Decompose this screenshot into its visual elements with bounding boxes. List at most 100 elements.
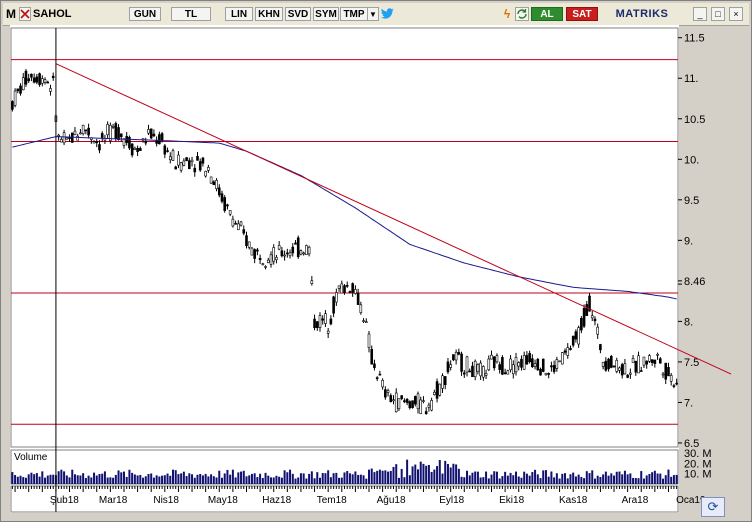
- candle-body: [354, 289, 357, 294]
- volume-bar: [539, 478, 542, 484]
- candle-body: [544, 372, 548, 376]
- volume-bar: [468, 475, 471, 484]
- price-tick-label: 7.: [684, 397, 693, 409]
- volume-bar: [604, 471, 607, 484]
- candle-body: [302, 252, 305, 255]
- volume-bar: [457, 468, 460, 484]
- candle-body: [46, 81, 50, 84]
- volume-bar: [133, 474, 136, 484]
- volume-bar: [446, 463, 449, 484]
- candle-body: [305, 245, 308, 255]
- volume-bar: [368, 469, 371, 484]
- volume-bar: [419, 461, 422, 484]
- candle-body: [220, 193, 224, 202]
- candle-body: [667, 367, 670, 377]
- candle-body: [19, 85, 22, 94]
- volume-bar: [125, 476, 128, 484]
- candle-body: [136, 147, 139, 153]
- volume-bar: [392, 466, 395, 484]
- candle-body: [661, 373, 665, 376]
- volume-bar: [613, 475, 616, 484]
- volume-bar: [547, 476, 550, 484]
- candle-body: [190, 159, 194, 163]
- candle-body: [204, 170, 207, 177]
- candle-body: [266, 259, 270, 264]
- volume-bar: [583, 478, 586, 484]
- candle-body: [574, 331, 578, 340]
- candle-body: [498, 364, 501, 370]
- volume-bar: [436, 466, 439, 484]
- volume-title: Volume: [14, 452, 48, 463]
- candle-body: [604, 360, 608, 371]
- volume-bar: [648, 473, 651, 484]
- candle-body: [552, 365, 556, 372]
- candle-body: [473, 360, 477, 377]
- candle-body: [49, 88, 52, 92]
- candle-body: [288, 252, 292, 257]
- volume-bar: [185, 476, 188, 484]
- candle-body: [51, 75, 55, 79]
- candle-body: [351, 283, 354, 293]
- volume-bar: [550, 471, 553, 484]
- candle-body: [373, 363, 376, 368]
- volume-bar: [180, 473, 183, 484]
- volume-bar: [623, 470, 626, 484]
- candle-body: [228, 210, 232, 215]
- volume-bar: [430, 471, 433, 484]
- candle-body: [166, 150, 169, 152]
- candle-body: [171, 150, 175, 161]
- volume-bar: [101, 473, 104, 484]
- volume-bar: [65, 475, 68, 484]
- refresh-icon[interactable]: ⟳: [701, 497, 725, 517]
- candle-body: [144, 141, 148, 144]
- candle-body: [201, 157, 205, 164]
- volume-bar: [158, 476, 161, 484]
- candle-body: [117, 127, 120, 140]
- volume-bar: [534, 469, 537, 484]
- volume-bar: [645, 475, 648, 484]
- candle-body: [133, 147, 137, 151]
- volume-bar: [378, 469, 381, 484]
- volume-bar: [49, 474, 52, 484]
- volume-bar: [245, 476, 248, 484]
- volume-bar: [166, 473, 169, 484]
- candle-body: [378, 373, 382, 376]
- time-label: Eki18: [499, 495, 524, 506]
- volume-bar: [632, 477, 635, 484]
- candle-body: [438, 383, 442, 396]
- candle-body: [645, 360, 648, 365]
- candle-body: [237, 223, 240, 231]
- volume-bar: [60, 469, 63, 484]
- time-label: May18: [208, 495, 238, 506]
- price-chart[interactable]: 11.511.10.510.9.59.8.468.7.57.6.530. M20…: [1, 1, 751, 521]
- candle-body: [479, 362, 482, 377]
- candle-body: [484, 373, 488, 376]
- candle-body: [623, 363, 627, 375]
- candle-body: [533, 363, 537, 367]
- candle-body: [593, 318, 597, 322]
- volume-bar: [305, 478, 308, 484]
- candle-body: [130, 143, 134, 156]
- candle-body: [443, 376, 447, 386]
- candle-body: [239, 221, 243, 226]
- candle-body: [269, 254, 273, 265]
- candle-body: [340, 283, 344, 294]
- volume-bar: [93, 472, 96, 484]
- candle-body: [231, 218, 235, 227]
- volume-bar: [103, 471, 106, 484]
- candle-body: [620, 364, 624, 376]
- volume-bar: [373, 472, 376, 484]
- volume-bar: [14, 475, 17, 484]
- volume-bar: [310, 471, 313, 484]
- volume-bar: [131, 472, 134, 484]
- volume-bar: [318, 477, 321, 484]
- volume-bar: [664, 475, 667, 484]
- volume-bar: [68, 477, 71, 484]
- price-tick-label: 11.: [684, 73, 698, 85]
- candle-body: [60, 139, 63, 143]
- volume-bar: [63, 471, 66, 484]
- candle-body: [370, 348, 374, 365]
- volume-bar: [248, 475, 251, 484]
- candle-body: [321, 318, 325, 321]
- candle-body: [348, 291, 352, 293]
